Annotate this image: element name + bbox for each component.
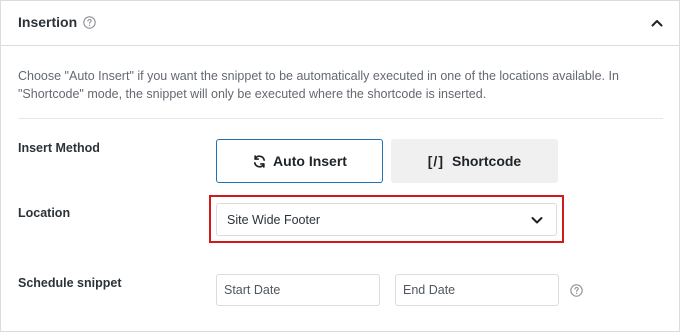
sync-icon [252, 154, 267, 169]
schedule-help-icon[interactable] [570, 284, 583, 297]
chevron-up-icon[interactable] [649, 15, 665, 31]
shortcode-label: Shortcode [451, 153, 522, 169]
shortcode-button[interactable]: [/] Shortcode [391, 139, 558, 183]
panel-header[interactable]: Insertion [1, 1, 679, 46]
end-date-input[interactable] [395, 274, 559, 306]
insert-method-label: Insert Method [18, 141, 100, 155]
schedule-label: Schedule snippet [18, 276, 122, 290]
insertion-description: Choose "Auto Insert" if you want the sni… [18, 69, 619, 101]
shortcode-icon: [/] [427, 153, 444, 169]
location-label: Location [18, 206, 71, 220]
section-divider [18, 118, 663, 119]
chevron-down-icon [530, 213, 544, 227]
location-select[interactable]: Site Wide Footer [216, 203, 557, 236]
location-selected-value: Site Wide Footer [227, 213, 321, 227]
start-date-input[interactable] [216, 274, 380, 306]
auto-insert-button[interactable]: Auto Insert [216, 139, 383, 183]
auto-insert-label: Auto Insert [273, 153, 347, 169]
question-circle-icon[interactable] [83, 15, 96, 29]
panel-title: Insertion [18, 14, 78, 30]
panel-title-group: Insertion [18, 14, 96, 30]
insertion-panel: Insertion Choose "Auto Insert" if you wa… [0, 0, 680, 332]
